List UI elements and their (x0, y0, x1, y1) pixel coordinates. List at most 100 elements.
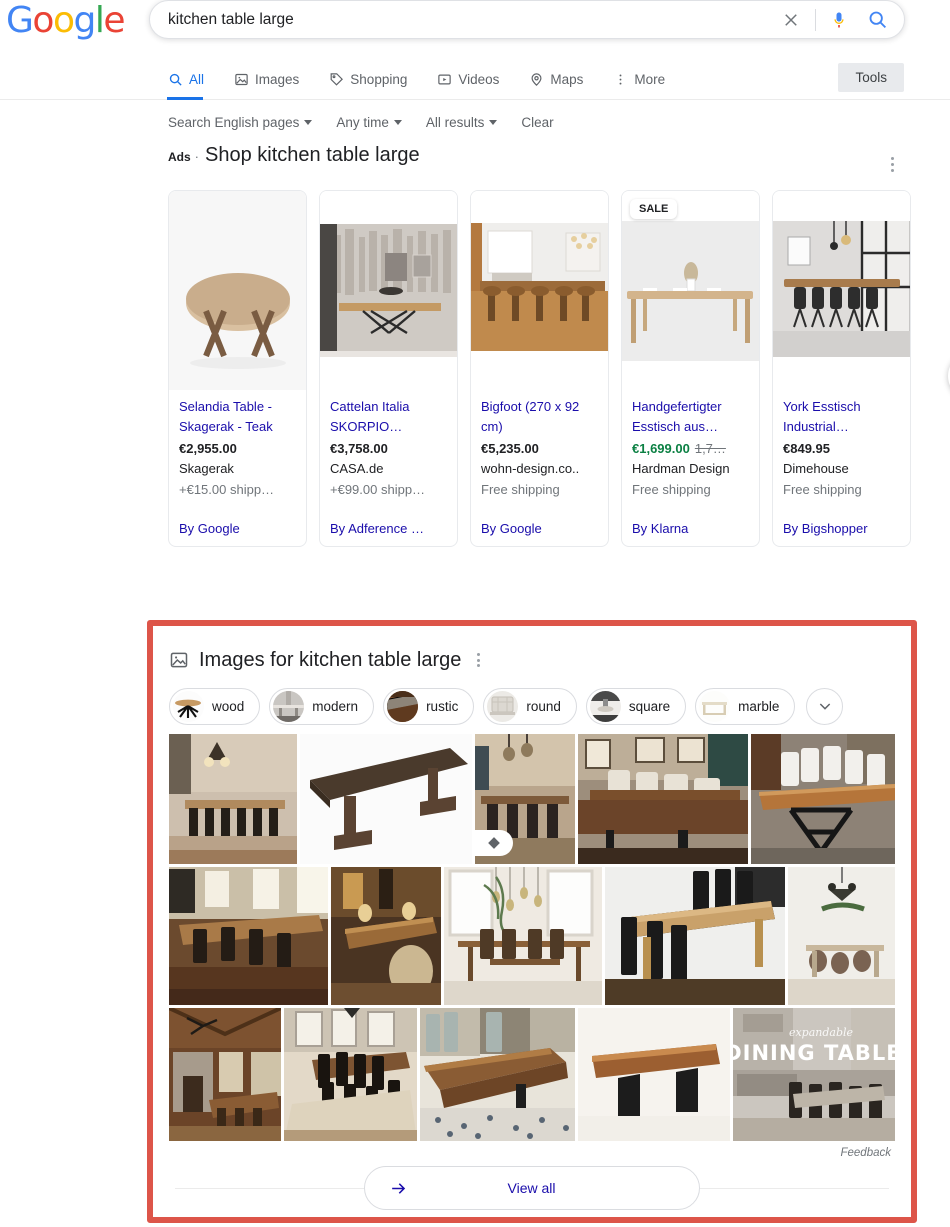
tab-maps-label: Maps (550, 72, 584, 87)
ad-merchant: wohn-design.co.. (481, 461, 580, 476)
image-tile[interactable] (788, 867, 895, 1005)
ad-provider[interactable]: By Google (481, 521, 598, 536)
logo-letter-g: g (73, 0, 96, 41)
ad-card[interactable]: Bigfoot (270 x 92 cm) €5,235.00 wohn-des… (470, 190, 609, 547)
chip-wood[interactable]: wood (169, 687, 261, 725)
image-tile[interactable] (605, 867, 785, 1005)
ad-title[interactable]: Cattelan Italia SKORPIO… (330, 397, 447, 437)
filter-clear-label: Clear (521, 114, 554, 130)
image-icon (169, 650, 189, 670)
feedback-link[interactable]: Feedback (169, 1147, 895, 1159)
ad-provider[interactable]: By Klarna (632, 521, 749, 536)
kebab-icon[interactable] (477, 653, 481, 667)
tools-button[interactable]: Tools (838, 63, 904, 92)
chip-rustic[interactable]: rustic (383, 687, 475, 725)
filter-bar: Search English pages Any time All result… (0, 100, 950, 144)
image-tile[interactable] (169, 867, 328, 1005)
image-tile[interactable] (578, 1008, 730, 1141)
ad-shipping: Free shipping (783, 482, 862, 497)
image-filter-chips: wood modern rustic round square marble (169, 686, 895, 726)
ad-provider[interactable]: By Google (179, 521, 296, 536)
image-tile[interactable] (444, 867, 602, 1005)
chip-modern[interactable]: modern (269, 687, 375, 725)
logo-letter-e: e (103, 0, 125, 41)
chip-thumbnail (387, 690, 419, 722)
tab-all[interactable]: All (166, 58, 218, 100)
google-logo[interactable]: Google (6, 0, 125, 41)
image-tile[interactable] (169, 734, 297, 864)
ad-merchant: CASA.de (330, 461, 384, 476)
product-tag-icon[interactable] (475, 830, 513, 856)
chip-thumbnail (699, 690, 731, 722)
search-icon (169, 73, 182, 86)
chevron-down-icon (489, 120, 498, 125)
ad-merchant: Skagerak (179, 461, 234, 476)
chevron-down-icon[interactable] (806, 687, 844, 725)
ad-shipping: +€99.00 shipp… (330, 482, 426, 497)
tab-images[interactable]: Images (234, 58, 313, 99)
video-icon (438, 74, 452, 85)
kebab-icon[interactable] (880, 152, 904, 176)
ad-product-image (320, 191, 457, 390)
ad-merchant: Dimehouse (783, 461, 849, 476)
image-tile[interactable] (751, 734, 895, 864)
search-divider (815, 8, 816, 31)
ad-title[interactable]: York Esstisch Industrial… (783, 397, 900, 437)
ad-provider[interactable]: By Bigshopper (783, 521, 900, 536)
filter-results-label: All results (425, 114, 485, 130)
filter-results[interactable]: All results (426, 115, 498, 130)
arrow-right-icon (389, 1179, 408, 1198)
images-pack-title: Images for kitchen table large (199, 648, 462, 671)
filter-language-label: Search English pages (168, 114, 300, 130)
ad-title[interactable]: Selandia Table - Skagerak - Teak (179, 397, 296, 437)
ad-card[interactable]: Selandia Table - Skagerak - Teak €2,955.… (168, 190, 307, 547)
tab-more[interactable]: More (613, 58, 679, 99)
view-all-label: View all (507, 1180, 556, 1196)
image-tile[interactable]: expandable DINING TABLES (733, 1008, 895, 1141)
page-header: Google (0, 0, 950, 58)
chip-label: wood (212, 698, 245, 714)
search-input[interactable] (168, 10, 777, 29)
ad-card[interactable]: Cattelan Italia SKORPIO… €3,758.00 CASA.… (319, 190, 458, 547)
tab-maps[interactable]: Maps (529, 58, 597, 99)
chip-label: modern (312, 698, 359, 714)
ad-shipping: +€15.00 shipp… (179, 482, 275, 497)
filter-time-label: Any time (336, 114, 389, 130)
ads-header: Ads · Shop kitchen table large (168, 144, 950, 182)
ad-details: Cattelan Italia SKORPIO… €3,758.00 CASA.… (320, 390, 457, 546)
tab-more-label: More (634, 72, 666, 87)
ad-price: €849.95 (783, 441, 830, 456)
ad-title[interactable]: Handgefertigter Esstisch aus… (632, 397, 749, 437)
close-icon[interactable] (777, 6, 805, 34)
tab-videos[interactable]: Videos (437, 58, 513, 99)
ads-badge: Ads (168, 150, 191, 164)
chip-label: marble (738, 698, 780, 714)
filter-clear[interactable]: Clear (521, 115, 553, 130)
image-tile[interactable] (300, 734, 472, 864)
ad-title[interactable]: Bigfoot (270 x 92 cm) (481, 397, 598, 437)
ad-provider[interactable]: By Adference … (330, 521, 447, 536)
view-all-container: View all (169, 1161, 895, 1215)
image-tile[interactable] (578, 734, 748, 864)
chip-round[interactable]: round (483, 687, 577, 725)
filter-time[interactable]: Any time (336, 115, 402, 130)
filter-language[interactable]: Search English pages (168, 114, 313, 130)
image-results-grid: expandable DINING TABLES (169, 734, 895, 1141)
tab-shopping[interactable]: Shopping (329, 58, 421, 99)
microphone-icon[interactable] (826, 7, 852, 33)
image-tile[interactable] (475, 734, 575, 864)
image-tile[interactable] (331, 867, 441, 1005)
search-box[interactable] (149, 0, 905, 39)
chip-square[interactable]: square (585, 687, 687, 725)
ad-card[interactable]: SALE Handgefertigter Esstisch aus… €1,69… (621, 190, 760, 547)
view-all-button[interactable]: View all (364, 1166, 700, 1210)
image-tile[interactable] (420, 1008, 575, 1141)
tab-videos-label: Videos (458, 72, 500, 87)
image-grid-row: expandable DINING TABLES (169, 1008, 895, 1141)
tab-images-label: Images (255, 72, 300, 87)
image-tile[interactable] (169, 1008, 281, 1141)
ad-card[interactable]: York Esstisch Industrial… €849.95 Dimeho… (772, 190, 911, 547)
search-icon[interactable] (864, 7, 890, 33)
image-tile[interactable] (284, 1008, 417, 1141)
chip-marble[interactable]: marble (695, 687, 796, 725)
